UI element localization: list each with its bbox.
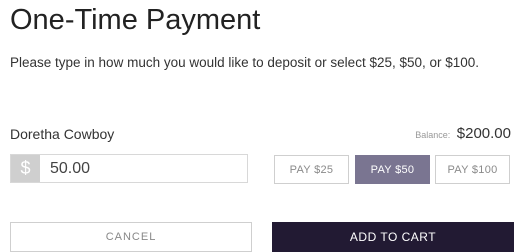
- balance-label: Balance:: [415, 130, 451, 140]
- cancel-button[interactable]: CANCEL: [10, 222, 252, 252]
- add-to-cart-button[interactable]: ADD TO CART: [272, 222, 514, 252]
- pay-100-button[interactable]: PAY $100: [435, 155, 510, 184]
- dollar-sign-addon: $: [11, 155, 40, 182]
- balance-value: $200.00: [456, 125, 511, 142]
- amount-input-group: $: [10, 154, 248, 183]
- pay-50-button[interactable]: PAY $50: [355, 155, 430, 184]
- page-title: One-Time Payment: [10, 4, 261, 36]
- balance-display: Balance: $200.00: [415, 125, 511, 143]
- amount-input[interactable]: [40, 155, 247, 182]
- instructions-text: Please type in how much you would like t…: [10, 55, 480, 70]
- pay-25-button[interactable]: PAY $25: [274, 155, 349, 184]
- account-holder-name: Doretha Cowboy: [10, 126, 115, 142]
